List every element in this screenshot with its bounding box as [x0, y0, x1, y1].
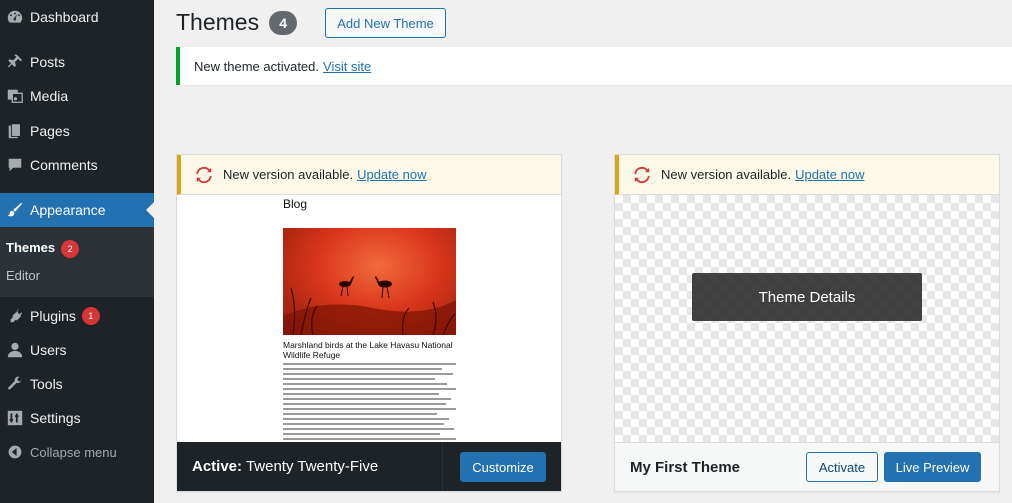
appearance-submenu: Themes 2 Editor	[0, 227, 154, 297]
wrench-icon	[0, 375, 30, 393]
update-notice: New version available. Update now	[177, 155, 561, 195]
dashboard-icon	[0, 8, 30, 26]
menu-label: Media	[30, 88, 69, 104]
page-title-text: Themes	[176, 9, 260, 35]
menu-label: Pages	[30, 123, 70, 139]
preview-blog-label: Blog	[283, 197, 308, 211]
theme-count-badge: 4	[269, 10, 298, 35]
theme-footer: Active: Twenty Twenty-Five Customize	[177, 442, 561, 491]
menu-item-users[interactable]: Users	[0, 333, 154, 367]
live-preview-button[interactable]: Live Preview	[884, 452, 981, 482]
theme-details-button[interactable]: Theme Details	[692, 273, 922, 321]
brush-icon	[0, 201, 30, 219]
menu-item-media[interactable]: Media	[0, 79, 154, 113]
theme-screenshot[interactable]: Blog Marshland birds at the Lake Havasu …	[177, 195, 561, 444]
theme-screenshot[interactable]: Theme Details	[615, 195, 999, 444]
menu-label: Appearance	[30, 202, 106, 218]
menu-label: Plugins	[30, 308, 76, 324]
menu-label: Users	[30, 342, 67, 358]
menu-item-settings[interactable]: Settings	[0, 401, 154, 435]
menu-label: Posts	[30, 54, 66, 70]
page-title: Themes 4	[176, 9, 298, 36]
update-notice: New version available. Update now	[615, 155, 999, 195]
preview-body-text	[283, 363, 456, 443]
menu-item-dashboard[interactable]: Dashboard	[0, 0, 154, 34]
pages-icon	[0, 122, 30, 140]
menu-item-pages[interactable]: Pages	[0, 114, 154, 148]
media-icon	[0, 87, 30, 105]
menu-label: Dashboard	[30, 9, 99, 25]
update-now-link[interactable]: Update now	[357, 167, 426, 182]
update-now-link[interactable]: Update now	[795, 167, 864, 182]
menu-label: Tools	[30, 376, 63, 392]
user-icon	[0, 341, 30, 359]
admin-sidebar: Dashboard Posts Media Pages Comments App…	[0, 0, 154, 503]
pin-icon	[0, 53, 30, 71]
themes-update-badge: 2	[61, 240, 80, 258]
notice-text: New theme activated.	[194, 58, 320, 74]
menu-item-appearance[interactable]: Appearance	[0, 193, 154, 227]
menu-item-posts[interactable]: Posts	[0, 45, 154, 79]
collapse-menu-button[interactable]: Collapse menu	[0, 440, 117, 464]
collapse-icon	[0, 444, 30, 460]
submenu-label: Themes	[6, 240, 56, 255]
menu-label: Comments	[30, 157, 98, 173]
theme-activated-notice: New theme activated. Visit site	[176, 47, 1012, 85]
activate-button[interactable]: Activate	[806, 452, 878, 482]
add-new-theme-button[interactable]: Add New Theme	[325, 8, 446, 38]
theme-card-active[interactable]: New version available. Update now Blog M…	[176, 154, 562, 492]
settings-icon	[0, 409, 30, 427]
theme-footer: My First Theme Activate Live Preview	[615, 442, 999, 491]
visit-site-link[interactable]: Visit site	[323, 59, 371, 74]
theme-name: My First Theme	[630, 458, 741, 476]
update-text: New version available.	[223, 167, 354, 182]
plug-icon	[0, 307, 30, 325]
footer-divider	[442, 442, 443, 491]
update-text: New version available.	[661, 167, 792, 182]
submenu-label: Editor	[6, 268, 40, 283]
update-icon	[633, 166, 651, 184]
collapse-label: Collapse menu	[30, 444, 117, 460]
submenu-item-editor[interactable]: Editor	[6, 268, 40, 283]
preview-photo	[283, 228, 456, 335]
customize-button[interactable]: Customize	[460, 452, 546, 482]
submenu-item-themes[interactable]: Themes 2	[6, 240, 80, 258]
theme-name: Active: Twenty Twenty-Five	[192, 458, 378, 475]
menu-item-tools[interactable]: Tools	[0, 367, 154, 401]
menu-item-comments[interactable]: Comments	[0, 148, 154, 182]
preview-caption: Marshland birds at the Lake Havasu Natio…	[283, 340, 453, 360]
theme-card[interactable]: New version available. Update now Theme …	[614, 154, 1000, 492]
plugins-update-badge: 1	[81, 307, 100, 325]
comment-icon	[0, 156, 30, 174]
menu-label: Settings	[30, 410, 81, 426]
active-prefix: Active:	[192, 458, 243, 475]
menu-item-plugins[interactable]: Plugins 1	[0, 299, 154, 333]
update-icon	[195, 166, 213, 184]
active-theme-name: Twenty Twenty-Five	[245, 458, 379, 475]
